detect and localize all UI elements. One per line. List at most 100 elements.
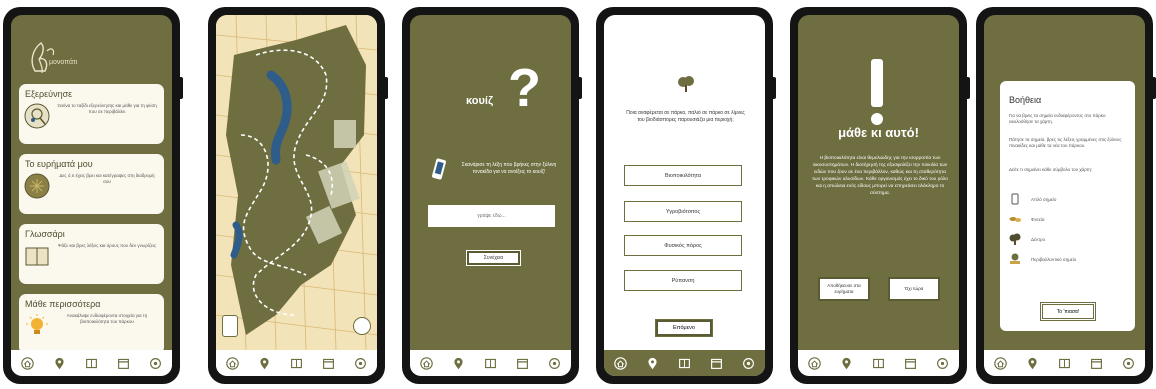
home-icon[interactable]	[19, 355, 35, 371]
quiz-title: κουίζ	[466, 95, 494, 107]
book-icon[interactable]	[870, 355, 886, 371]
word-input[interactable]	[428, 205, 555, 227]
lightbulb-icon	[26, 314, 48, 334]
bottom-nav	[798, 350, 959, 376]
plant-icon	[1009, 213, 1021, 225]
question-mark-icon: ?	[508, 58, 541, 118]
screen-help: Βοήθεια Για να βρεις τα σημεία ενδιαφέρο…	[984, 15, 1145, 376]
calendar-icon[interactable]	[116, 355, 132, 371]
book-icon[interactable]	[288, 355, 304, 371]
option-button[interactable]: Φυσικός πόρος	[624, 235, 742, 256]
tree-icon	[678, 76, 694, 92]
bottom-nav	[11, 350, 172, 376]
bottom-nav	[604, 350, 765, 376]
calendar-icon[interactable]	[321, 355, 337, 371]
home-icon[interactable]	[418, 355, 434, 371]
help-paragraph: Δείτε τι σημαίνει κάθε σύμβολο του χάρτη…	[1009, 167, 1093, 172]
card-learn-more[interactable]: Μάθε περισσότερα Ανακάλυψε ενδιαφέροντα …	[19, 294, 164, 350]
help-card: Βοήθεια Για να βρεις τα σημεία ενδιαφέρο…	[1000, 81, 1135, 331]
map-pin-icon[interactable]	[1024, 355, 1040, 371]
book-icon[interactable]	[83, 355, 99, 371]
settings-icon[interactable]	[148, 355, 164, 371]
map-pin-icon[interactable]	[450, 355, 466, 371]
phone-marker-icon[interactable]	[222, 315, 238, 337]
continue-button[interactable]: Συνέχεια	[467, 251, 520, 265]
bottom-nav	[216, 350, 377, 376]
legend-label: Φυτεία	[1031, 216, 1045, 222]
book-icon[interactable]	[1056, 355, 1072, 371]
card-title: Εξερεύνησε	[25, 89, 73, 99]
settings-icon[interactable]	[741, 355, 757, 371]
home-icon[interactable]	[612, 355, 628, 371]
screen-map	[216, 15, 377, 376]
option-button[interactable]: Βιοποικιλότητα	[624, 165, 742, 186]
got-it-button[interactable]: Το 'πιασα!	[1042, 304, 1094, 319]
bottom-nav	[410, 350, 571, 376]
map-pin-icon[interactable]	[838, 355, 854, 371]
findings-icon	[24, 173, 50, 199]
map-pin-icon[interactable]	[51, 355, 67, 371]
screen-home: μονοπάτι Εξερεύνησε Ξεκίνα το ταξίδι εξε…	[11, 15, 172, 376]
scan-instructions: Σκανάρισε τη λέξη που βρήκες στην ξύλινη…	[461, 162, 557, 175]
map-pin-icon[interactable]	[256, 355, 272, 371]
help-paragraph: Για να βρεις τα σημεία ενδιαφέροντος στο…	[1009, 113, 1106, 124]
card-title: Γλωσσάρι	[25, 229, 65, 239]
card-desc: Ξεκίνα το ταξίδι εξερεύνησης και μάθε γι…	[57, 103, 157, 114]
card-desc: Δες ό,τι έχεις βρει και κατέγραψες στη δ…	[59, 173, 155, 184]
option-button[interactable]: Υγροβιότοπος	[624, 201, 742, 222]
phone-scan-icon	[432, 158, 446, 180]
legend-label: Απλό σημείο	[1031, 196, 1057, 202]
picnic-icon	[1009, 253, 1021, 265]
settings-icon[interactable]	[935, 355, 951, 371]
learn-title: μάθε κι αυτό!	[838, 125, 919, 140]
card-desc: Ανακάλυψε ενδιαφέροντα στοιχεία για τη β…	[66, 313, 148, 324]
legend-row: Δέντρο	[1009, 233, 1129, 245]
explore-icon	[24, 103, 50, 129]
compass-icon[interactable]	[353, 317, 371, 335]
park-map[interactable]	[216, 15, 377, 350]
book-icon[interactable]	[676, 355, 692, 371]
option-button[interactable]: Ρύπανση	[624, 270, 742, 291]
phone-question: Ποια αναφέρεται σε πάρκο, παλιό σε πάρκο…	[596, 7, 776, 384]
card-title: Το ευρήματά μου	[25, 159, 93, 169]
settings-icon[interactable]	[353, 355, 369, 371]
phone-map	[208, 7, 388, 384]
book-icon	[25, 247, 49, 266]
book-icon[interactable]	[482, 355, 498, 371]
calendar-icon[interactable]	[515, 355, 531, 371]
card-desc: Ψάξε και βρες λέξεις και όρους που δεν γ…	[57, 243, 157, 248]
screen-quiz: κουίζ ? Σκανάρισε τη λέξη που βρήκες στη…	[410, 15, 571, 376]
phone-quiz: κουίζ ? Σκανάρισε τη λέξη που βρήκες στη…	[402, 7, 582, 384]
next-button[interactable]: Επόμενο	[656, 320, 712, 336]
question-text: Ποια αναφέρεται σε πάρκο, παλιό σε πάρκο…	[626, 110, 745, 123]
legend-row: Φυτεία	[1009, 213, 1129, 225]
card-title: Μάθε περισσότερα	[25, 299, 101, 309]
phone-home: μονοπάτι Εξερεύνησε Ξεκίνα το ταξίδι εξε…	[3, 7, 183, 384]
bottom-nav	[984, 350, 1145, 376]
phone-marker-icon	[1009, 193, 1021, 205]
map-pin-icon[interactable]	[644, 355, 660, 371]
phone-learn: μάθε κι αυτό! Η βιοποικιλότητα είναι θεμ…	[790, 7, 970, 384]
legend-label: Περιβαλλοντικό σημείο	[1031, 256, 1077, 262]
help-title: Βοήθεια	[1009, 95, 1042, 105]
calendar-icon[interactable]	[709, 355, 725, 371]
settings-icon[interactable]	[547, 355, 563, 371]
phone-help: Βοήθεια Για να βρεις τα σημεία ενδιαφέρο…	[976, 7, 1156, 384]
settings-icon[interactable]	[1121, 355, 1137, 371]
calendar-icon[interactable]	[903, 355, 919, 371]
home-icon[interactable]	[806, 355, 822, 371]
screen-question: Ποια αναφέρεται σε πάρκο, παλιό σε πάρκο…	[604, 15, 765, 376]
learn-text: Η βιοποικιλότητα είναι θεμελιώδης για τη…	[812, 156, 948, 196]
card-explore[interactable]: Εξερεύνησε Ξεκίνα το ταξίδι εξερεύνησης …	[19, 84, 164, 144]
card-glossary[interactable]: Γλωσσάρι Ψάξε και βρες λέξεις και όρους …	[19, 224, 164, 284]
legend-row: Περιβαλλοντικό σημείο	[1009, 253, 1129, 265]
help-paragraph: Πάτησε τα σημεία, βρες τις λέξεις γραμμέ…	[1009, 137, 1122, 148]
card-findings[interactable]: Το ευρήματά μου Δες ό,τι έχεις βρει και …	[19, 154, 164, 214]
home-icon[interactable]	[224, 355, 240, 371]
legend-row: Απλό σημείο	[1009, 193, 1129, 205]
tree-icon	[1009, 233, 1021, 245]
home-icon[interactable]	[992, 355, 1008, 371]
not-now-button[interactable]: Όχι τώρα	[888, 277, 940, 301]
save-to-findings-button[interactable]: Αποθήκευσε στα ευρήματα	[818, 277, 870, 301]
calendar-icon[interactable]	[1089, 355, 1105, 371]
